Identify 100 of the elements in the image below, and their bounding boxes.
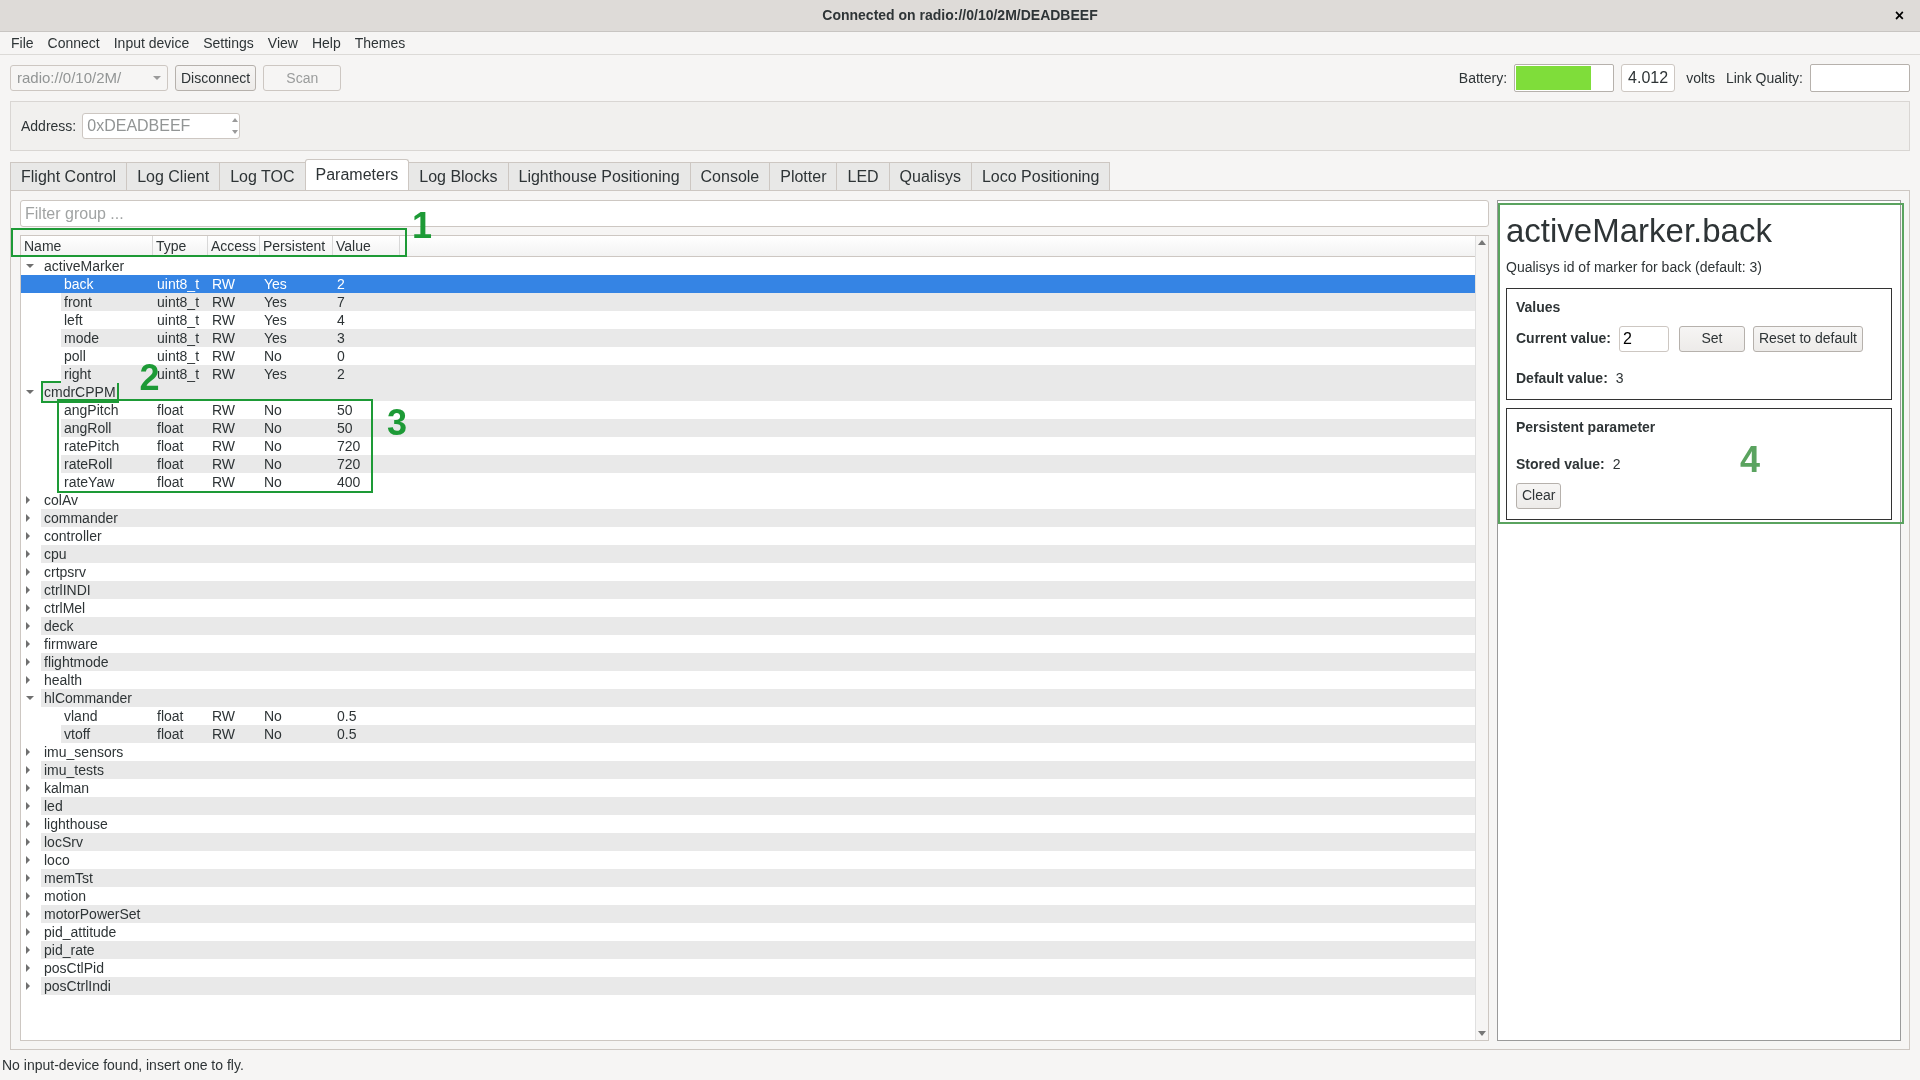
table-cell: uint8_t: [157, 294, 200, 310]
battery-label: Battery:: [1458, 68, 1508, 88]
table-cell: Yes: [264, 366, 287, 382]
table-cell: float: [157, 726, 184, 742]
column-header[interactable]: Name: [21, 236, 153, 256]
current-value-field[interactable]: 2: [1618, 325, 1669, 352]
table-cell: No: [264, 456, 282, 472]
table-cell: cpu: [44, 546, 67, 562]
table-cell: ratePitch: [64, 438, 120, 454]
table-cell: kalman: [44, 780, 90, 796]
group-title: Persistent parameter: [1516, 417, 1657, 437]
tab[interactable]: LED: [836, 162, 890, 190]
table-cell: Yes: [264, 330, 287, 346]
table-cell: right: [64, 366, 92, 382]
table-cell: locSrv: [44, 834, 83, 850]
stored-value-label: Stored value:: [1516, 454, 1605, 474]
tab[interactable]: Loco Positioning: [970, 162, 1111, 190]
tree-row[interactable]: firmware: [21, 635, 1475, 653]
tree-row[interactable]: left uint8_t RW Yes 4: [21, 311, 1475, 329]
column-header[interactable]: Value: [333, 236, 400, 256]
scroll-down-icon: [1477, 1030, 1487, 1037]
column-header[interactable]: Type: [153, 236, 208, 256]
table-cell: deck: [44, 618, 74, 634]
tree-row[interactable]: kalman: [21, 779, 1475, 797]
table-cell: No: [264, 708, 282, 724]
reset-button[interactable]: Reset to default: [1752, 325, 1863, 352]
tab[interactable]: Console: [689, 162, 771, 190]
table-cell: front: [64, 294, 92, 310]
tab[interactable]: Log TOC: [219, 162, 306, 190]
table-cell: uint8_t: [157, 312, 200, 328]
table-cell: 7: [337, 294, 345, 310]
set-button[interactable]: Set: [1678, 325, 1745, 352]
scrollbar[interactable]: [1475, 236, 1488, 1040]
tree-row[interactable]: health: [21, 671, 1475, 689]
menu-item[interactable]: File: [4, 32, 41, 54]
tree-row[interactable]: imu_sensors: [21, 743, 1475, 761]
table-cell: 4: [337, 312, 345, 328]
tree-row[interactable]: poll uint8_t RW No 0: [21, 347, 1475, 365]
tree-row[interactable]: pid_attitude: [21, 923, 1475, 941]
table-cell: led: [44, 798, 63, 814]
table-cell: RW: [212, 276, 236, 292]
scroll-up-icon: [1477, 239, 1487, 246]
close-button[interactable]: ×: [1890, 4, 1908, 28]
table-cell: 0.5: [337, 708, 357, 724]
table-cell: uint8_t: [157, 330, 200, 346]
default-value: 3: [1615, 368, 1624, 388]
table-cell: posCtlPid: [44, 960, 104, 976]
table-cell: back: [64, 276, 94, 292]
table-cell: RW: [212, 330, 236, 346]
tree-row[interactable]: rateYaw float RW No 400: [21, 473, 1475, 491]
menu-item[interactable]: Help: [304, 32, 348, 54]
tab[interactable]: Lighthouse Positioning: [507, 162, 691, 190]
tab[interactable]: Parameters: [304, 159, 410, 190]
default-value-label: Default value:: [1516, 368, 1608, 388]
menu-item[interactable]: View: [260, 32, 305, 54]
tab[interactable]: Flight Control: [10, 162, 128, 190]
tab[interactable]: Plotter: [769, 162, 838, 190]
menu-item[interactable]: Input device: [106, 32, 197, 54]
table-cell: 720: [337, 456, 361, 472]
table-cell: hlCommander: [44, 690, 132, 706]
table-cell: No: [264, 726, 282, 742]
table-cell: 0: [337, 348, 345, 364]
table-cell: poll: [64, 348, 86, 364]
address-label: Address:: [21, 116, 77, 136]
tree-row[interactable]: back uint8_t RW Yes 2: [21, 275, 1475, 293]
tree-row[interactable]: crtpsrv: [21, 563, 1475, 581]
column-header[interactable]: Access: [208, 236, 260, 256]
tree-row[interactable]: lighthouse: [21, 815, 1475, 833]
table-cell: angRoll: [64, 420, 112, 436]
table-cell: 0.5: [337, 726, 357, 742]
table-cell: RW: [212, 438, 236, 454]
table-cell: float: [157, 474, 184, 490]
parameter-description: Qualisys id of marker for back (default: 3): [1506, 257, 1763, 277]
table-cell: uint8_t: [157, 276, 200, 292]
tree-row[interactable]: posCtlPid: [21, 959, 1475, 977]
group-title: Values: [1516, 297, 1562, 317]
tree-row[interactable]: ctrlMel: [21, 599, 1475, 617]
tree-row[interactable]: loco: [21, 851, 1475, 869]
table-cell: No: [264, 402, 282, 418]
menu-item[interactable]: Themes: [347, 32, 413, 54]
table-cell: flightmode: [44, 654, 109, 670]
table-cell: Yes: [264, 294, 287, 310]
tab[interactable]: Qualisys: [888, 162, 972, 190]
tree-row[interactable]: colAv: [21, 491, 1475, 509]
table-cell: loco: [44, 852, 70, 868]
table-cell: uint8_t: [157, 366, 200, 382]
table-cell: RW: [212, 708, 236, 724]
menu-item[interactable]: Settings: [196, 32, 261, 54]
clear-button[interactable]: Clear: [1516, 482, 1562, 509]
toolbar-button[interactable]: Disconnect: [175, 65, 257, 91]
column-header[interactable]: Persistent: [260, 236, 333, 256]
tree-row[interactable]: controller: [21, 527, 1475, 545]
table-cell: cmdrCPPM: [44, 384, 116, 400]
tab[interactable]: Log Blocks: [408, 162, 509, 190]
tab[interactable]: Log Client: [126, 162, 221, 190]
menu-item[interactable]: Connect: [40, 32, 107, 54]
tree-row[interactable]: motion: [21, 887, 1475, 905]
tree-row[interactable]: vland float RW No 0.5: [21, 707, 1475, 725]
caret-icon: [153, 76, 161, 80]
tree-row[interactable]: activeMarker: [21, 257, 1475, 275]
